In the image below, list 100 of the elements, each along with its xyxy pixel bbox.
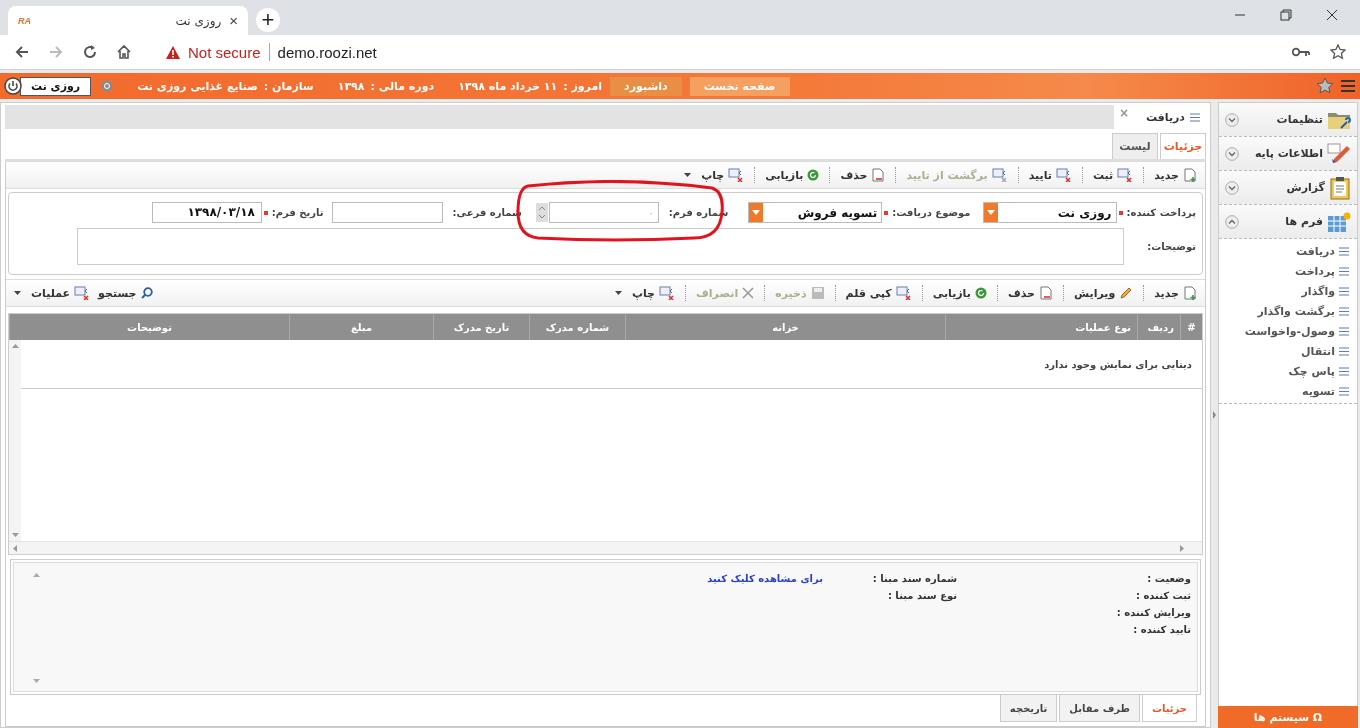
- sidebar-group[interactable]: گزارش: [1219, 171, 1357, 205]
- table-icon: [1327, 210, 1351, 233]
- info-label: سازمان :: [263, 79, 314, 93]
- dropdown-field[interactable]: روزی نت: [982, 202, 1117, 223]
- scroll-right-icon[interactable]: [1180, 544, 1184, 552]
- list-icon: [1339, 306, 1349, 316]
- toolbar-button[interactable]: چاپ: [680, 168, 749, 182]
- detail-tab[interactable]: تاریخچه: [999, 695, 1058, 722]
- url-text[interactable]: demo.roozi.net: [277, 43, 377, 61]
- window-icon: [895, 286, 912, 300]
- sidebar-item[interactable]: تسویه: [1219, 381, 1357, 401]
- toolbar-button[interactable]: کپی قلم: [841, 286, 916, 300]
- toolbar-button[interactable]: عملیات: [10, 286, 95, 300]
- sidebar-item[interactable]: وصول-واخواست: [1219, 321, 1357, 341]
- list-icon: [1339, 366, 1349, 376]
- scroll-down-icon[interactable]: [11, 533, 19, 537]
- info-value: ۱۱ خرداد ماه ۱۳۹۸: [458, 79, 558, 93]
- window-icon: [74, 286, 91, 300]
- list-icon: [1339, 286, 1349, 296]
- toolbar-button[interactable]: چاپ: [610, 286, 680, 300]
- caret-icon: [684, 173, 692, 177]
- settings-icon[interactable]: [101, 80, 114, 92]
- group-label: فرم ها: [1285, 215, 1323, 228]
- scroll-up-icon[interactable]: [32, 573, 40, 577]
- group-label: تنظیمات: [1276, 113, 1323, 126]
- sidebar-item[interactable]: پرداخت: [1219, 261, 1357, 281]
- window-icon: [728, 168, 745, 182]
- sidebar-group[interactable]: فرم ها: [1219, 205, 1357, 239]
- delete-page-icon: [1038, 286, 1053, 300]
- description-field[interactable]: [77, 228, 1124, 265]
- forward-icon[interactable]: [48, 44, 64, 60]
- favicon: RA: [18, 15, 31, 26]
- info-label: شماره سند مبنا :: [871, 573, 957, 586]
- toolbar-button[interactable]: جدید: [1150, 168, 1201, 182]
- power-icon[interactable]: [4, 77, 22, 95]
- scroll-down-icon[interactable]: [32, 679, 40, 683]
- sidebar-group[interactable]: تنظیمات: [1219, 103, 1357, 137]
- detail-tab[interactable]: جزئیات: [1141, 695, 1197, 722]
- window-icon: [659, 286, 676, 300]
- tab-title: روزی نت: [174, 13, 222, 28]
- caret-icon: [14, 291, 21, 295]
- sidebar-item[interactable]: انتقال: [1219, 341, 1357, 361]
- list-icon: [1339, 266, 1349, 276]
- chevron-icon[interactable]: [1225, 112, 1239, 127]
- user-button[interactable]: روزی نت: [20, 76, 92, 96]
- scrollbar[interactable]: [9, 340, 21, 541]
- toolbar-button[interactable]: جستجو: [94, 286, 157, 300]
- star-icon[interactable]: [1330, 44, 1346, 60]
- page-tab[interactable]: دریافت ×: [1114, 105, 1206, 129]
- view-link[interactable]: برای مشاهده کلیک کنید: [707, 573, 823, 584]
- toolbar-button[interactable]: حذف: [836, 168, 890, 182]
- number-field[interactable]: ۰: [548, 202, 659, 223]
- dropdown-field[interactable]: تسویه فروش: [748, 202, 883, 223]
- list-icon: [1190, 112, 1200, 122]
- toolbar-button[interactable]: بازیابی: [928, 286, 991, 300]
- reload-icon[interactable]: [82, 44, 98, 60]
- window-icon: [1117, 168, 1134, 182]
- warning-icon: [166, 45, 180, 59]
- view-tab[interactable]: لیست: [1112, 133, 1158, 159]
- new-tab-button[interactable]: +: [256, 8, 280, 32]
- toolbar-button[interactable]: ثبت: [1088, 168, 1138, 182]
- chevron-icon[interactable]: [1225, 146, 1239, 161]
- list-icon: [1339, 346, 1349, 356]
- security-label[interactable]: Not secure: [188, 43, 261, 61]
- sidebar-item[interactable]: پاس چک: [1219, 361, 1357, 381]
- star-icon[interactable]: [1316, 77, 1334, 95]
- sidebar-item[interactable]: واگذار: [1219, 281, 1357, 301]
- scroll-left-icon[interactable]: [13, 544, 17, 552]
- sidebar-item[interactable]: دریافت: [1219, 241, 1357, 261]
- scrollbar[interactable]: [30, 573, 42, 683]
- restore-icon[interactable]: [1280, 9, 1292, 21]
- close-icon[interactable]: [1326, 9, 1338, 21]
- text-field[interactable]: [331, 202, 443, 223]
- refresh-icon: [807, 169, 820, 181]
- toolbar-button[interactable]: ویرایش: [1069, 286, 1138, 300]
- info-value: ۱۳۹۸: [337, 79, 365, 93]
- home-icon[interactable]: [116, 44, 132, 60]
- sidebar-group[interactable]: اطلاعات پایه: [1219, 137, 1357, 171]
- caret-icon: [986, 210, 995, 215]
- list-icon: [1339, 246, 1349, 256]
- scrollbar[interactable]: [9, 541, 1202, 554]
- view-tab[interactable]: جزئیات: [1160, 133, 1206, 159]
- spinner-arrows-icon[interactable]: [535, 203, 548, 222]
- toolbar-button[interactable]: تایید: [1024, 168, 1076, 182]
- back-icon[interactable]: [14, 44, 30, 60]
- sidebar-item[interactable]: برگشت واگذار: [1219, 301, 1357, 321]
- text-field[interactable]: ۱۳۹۸/۰۳/۱۸: [151, 202, 262, 223]
- menu-icon[interactable]: [1340, 78, 1356, 94]
- toolbar-button[interactable]: حذف: [1003, 286, 1057, 300]
- splitter-handle-icon[interactable]: [1213, 411, 1216, 419]
- chevron-icon[interactable]: [1225, 214, 1239, 229]
- toolbar-button[interactable]: جدید: [1150, 286, 1201, 300]
- scroll-up-icon[interactable]: [11, 344, 19, 348]
- window-icon: [1055, 168, 1072, 182]
- toolbar-button[interactable]: بازیابی: [761, 168, 824, 182]
- key-icon[interactable]: [1292, 46, 1310, 58]
- tab-close-button[interactable]: ×: [229, 12, 238, 29]
- chevron-icon[interactable]: [1225, 180, 1239, 195]
- list-icon: [1339, 326, 1349, 336]
- detail-tab[interactable]: طرف مقابل: [1059, 695, 1140, 722]
